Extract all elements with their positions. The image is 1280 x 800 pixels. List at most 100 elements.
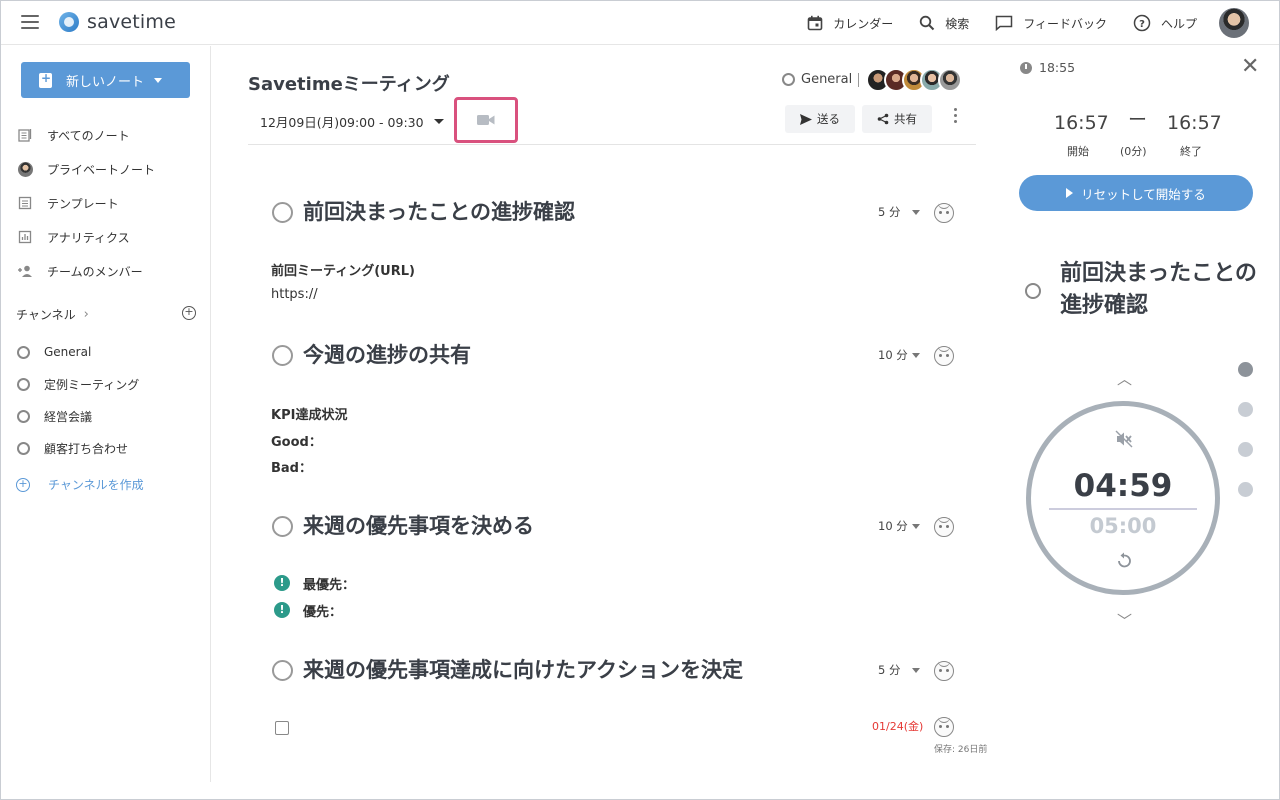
pager-dot[interactable] [1238,482,1253,497]
agenda-check-icon[interactable] [272,202,293,223]
share-button[interactable]: 共有 [862,105,932,133]
assignee-face-icon[interactable] [934,517,954,537]
body-text: https:// [271,287,318,302]
close-icon[interactable]: ✕ [1241,56,1259,78]
channel-label: 定例ミーティング [44,377,140,392]
share-icon [877,113,889,125]
feedback-icon [995,15,1013,31]
note-editor: Savetimeミーティング General 12月09日(月)09:00 - … [212,46,1002,782]
agenda-check-icon[interactable] [272,660,293,681]
topic-check-icon[interactable] [1025,283,1041,299]
app-name: savetime [87,11,177,33]
video-call-button[interactable] [454,97,518,143]
end-label: 終了 [1180,145,1202,158]
pager-dot[interactable] [1238,442,1253,457]
logo-icon [59,12,79,32]
agenda-minutes[interactable]: 5 分 [878,204,900,220]
agenda-minutes[interactable]: 5 分 [878,662,900,678]
feedback-link[interactable]: フィードバック [995,15,1107,32]
agenda-check-icon[interactable] [272,516,293,537]
assignee-face-icon[interactable] [934,661,954,681]
chevron-down-icon[interactable]: ﹀ [1117,610,1132,631]
date-selector[interactable]: 12月09日(月)09:00 - 09:30 [260,112,444,131]
sidebar-nav: すべてのノート プライベートノート テンプレート アナリティクス チームのメンバ… [1,118,210,288]
chevron-down-icon[interactable] [912,524,920,529]
due-date[interactable]: 01/24(金) [872,718,923,734]
chevron-down-icon[interactable] [912,353,920,358]
share-label: 共有 [894,112,917,126]
agenda-minutes[interactable]: 10 分 [878,518,908,534]
current-time: 18:55 [1020,60,1075,75]
assignee-face-icon[interactable] [934,203,954,223]
create-channel-button[interactable]: + チャンネルを作成 [16,476,144,493]
channel-tag-label: General [801,72,853,87]
chevron-down-icon[interactable] [912,668,920,673]
chevron-up-icon[interactable]: ︿ [1117,368,1132,389]
countdown-timer: 04:59 05:00 [1026,401,1220,595]
channel-item-client[interactable]: 顧客打ち合わせ [1,432,210,464]
sidebar-item-analytics[interactable]: アナリティクス [1,220,210,254]
body-heading: KPI達成状況 [271,408,348,423]
help-label: ヘルプ [1160,16,1197,31]
reset-start-button[interactable]: リセットして開始する [1019,175,1253,211]
sidebar-item-templates[interactable]: テンプレート [1,186,210,220]
body-heading: 前回ミーティング(URL) [271,264,415,279]
menu-icon[interactable] [21,15,39,29]
chevron-down-icon [154,77,163,83]
search-label: 検索 [945,16,970,31]
sidebar: 新しいノート すべてのノート プライベートノート テンプレート アナリティクス … [1,46,211,782]
timer-panel: 18:55 ✕ 16:57 ー 16:57 開始 (0分) 終了 リセットして開… [1003,46,1279,782]
top-bar: savetime カレンダー 検索 フィードバック ? ヘルプ [1,1,1279,45]
channels-header[interactable]: チャンネル › + [16,304,196,324]
template-icon [17,195,33,211]
agenda-title[interactable]: 来週の優先事項を決める [303,510,534,540]
add-member-icon [17,263,33,279]
agenda-title[interactable]: 前回決まったことの進捗確認 [303,196,575,226]
plus-circle-icon: + [16,477,30,492]
avatar-icon [17,161,33,177]
assignee-face-icon[interactable] [934,717,954,737]
todo-checkbox[interactable] [275,721,289,735]
assignee-face-icon[interactable] [934,346,954,366]
svg-text:?: ? [1139,19,1145,30]
new-note-button[interactable]: 新しいノート [21,62,190,98]
sidebar-item-private-notes[interactable]: プライベートノート [1,152,210,186]
note-title[interactable]: Savetimeミーティング [248,70,450,96]
agenda-title[interactable]: 来週の優先事項達成に向けたアクションを決定 [303,654,743,684]
agenda-check-icon[interactable] [272,345,293,366]
sidebar-item-all-notes[interactable]: すべてのノート [1,118,210,152]
time-dash: ー [1128,109,1148,131]
channel-tag[interactable]: General [782,72,860,87]
logo[interactable]: savetime [59,11,176,33]
body-text: 最優先： [303,578,356,593]
analytics-icon [17,229,33,245]
channel-ring-icon [782,73,795,86]
sidebar-item-team-members[interactable]: チームのメンバー [1,254,210,288]
body-text: 優先： [303,605,343,620]
sidebar-item-label: アナリティクス [47,230,130,245]
new-note-label: 新しいノート [66,74,145,90]
search-link[interactable]: 検索 [919,15,969,32]
mute-icon[interactable] [1115,430,1133,448]
send-button[interactable]: 送る [785,105,855,133]
channel-item-regular-meeting[interactable]: 定例ミーティング [1,368,210,400]
channel-ring-icon [17,441,30,455]
alert-icon: ! [274,602,290,618]
pager-dot[interactable] [1238,402,1253,417]
pager-dot[interactable] [1238,362,1253,377]
restart-icon[interactable] [1115,552,1133,570]
date-label: 12月09日(月)09:00 - 09:30 [260,115,424,130]
participant-avatar [938,68,962,92]
channel-ring-icon [17,345,30,359]
participants[interactable] [866,68,962,92]
add-channel-icon[interactable]: + [182,306,196,320]
calendar-link[interactable]: カレンダー [807,15,893,32]
channel-item-management[interactable]: 経営会議 [1,400,210,432]
agenda-minutes[interactable]: 10 分 [878,347,908,363]
help-link[interactable]: ? ヘルプ [1133,14,1197,32]
user-avatar[interactable] [1219,8,1249,38]
more-options-icon[interactable] [953,108,959,128]
chevron-down-icon[interactable] [912,210,920,215]
agenda-title[interactable]: 今週の進捗の共有 [303,339,471,369]
channel-item-general[interactable]: General [1,336,210,368]
